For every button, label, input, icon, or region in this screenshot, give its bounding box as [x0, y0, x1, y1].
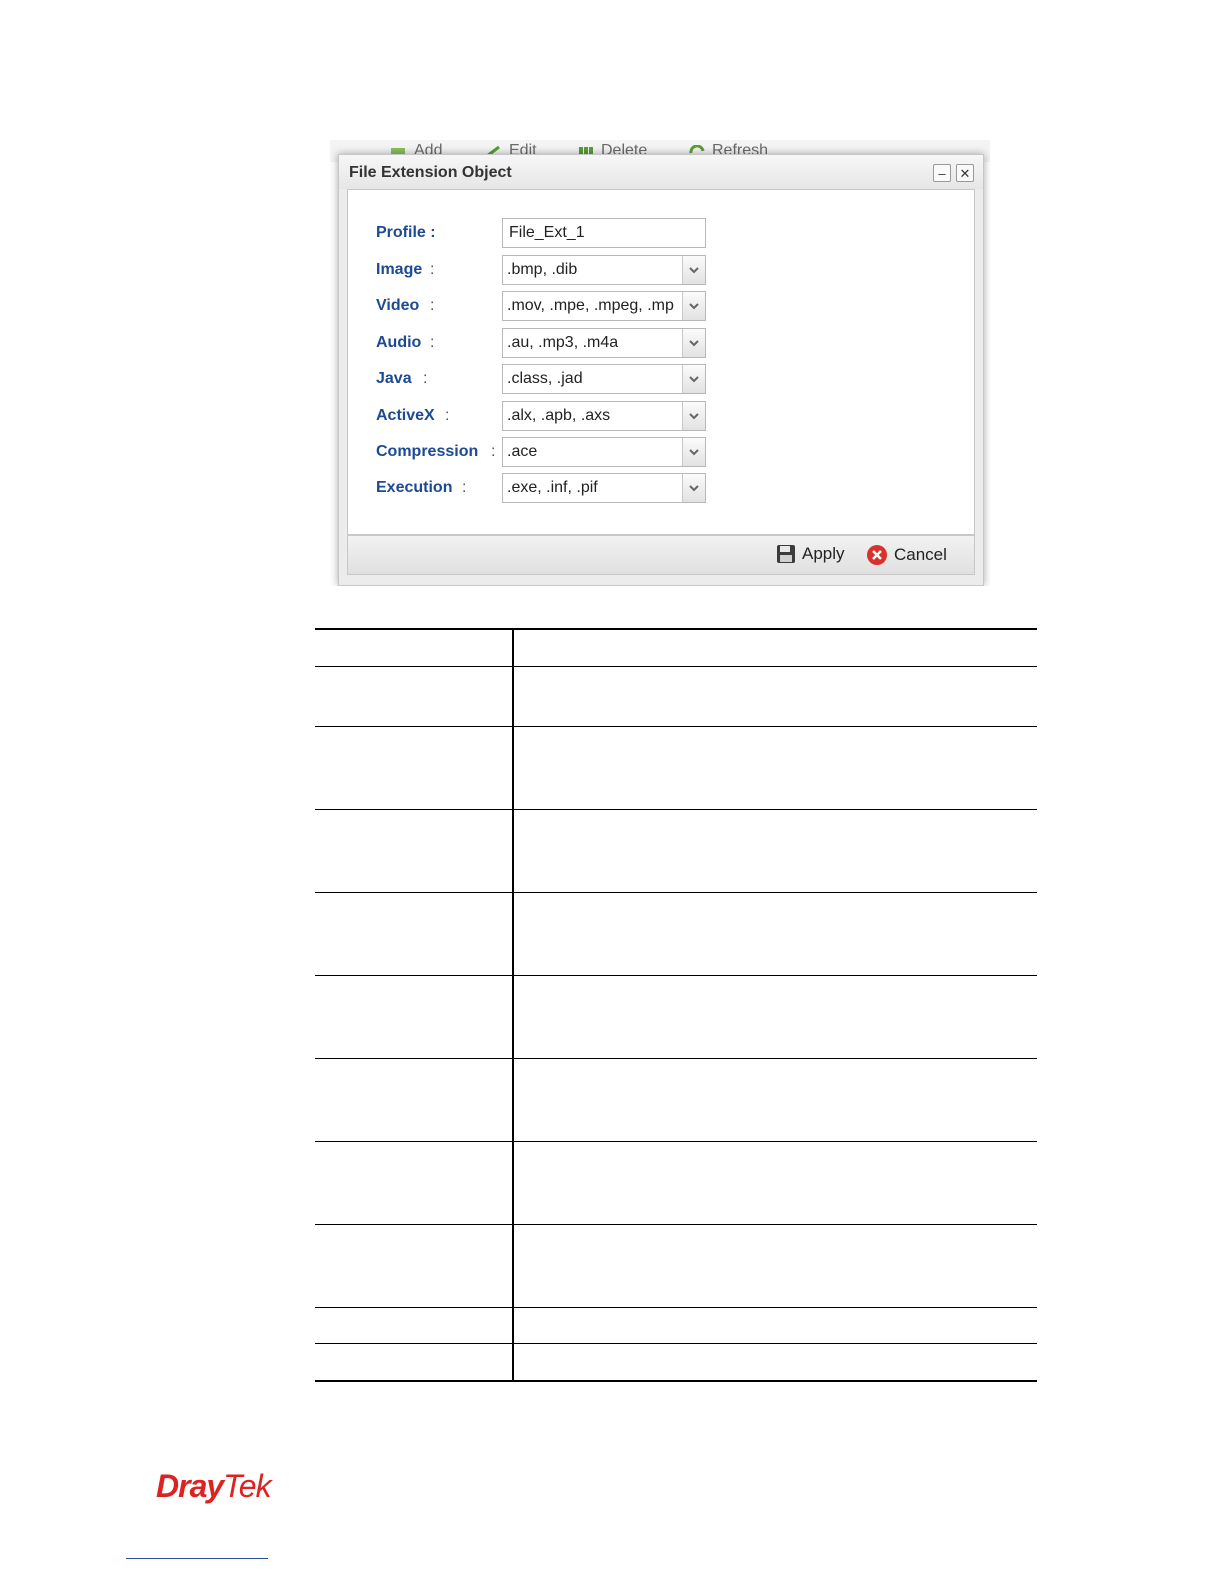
image-colon: :: [430, 261, 435, 278]
table-row: [315, 665, 1037, 726]
chevron-down-icon[interactable]: [682, 474, 705, 502]
cancel-button[interactable]: Cancel: [866, 544, 947, 566]
execution-select[interactable]: .exe, .inf, .pif: [502, 473, 706, 503]
image-label: Image: [376, 261, 423, 278]
execution-colon: :: [462, 479, 467, 496]
compression-colon: :: [491, 443, 496, 460]
java-select[interactable]: .class, .jad: [502, 364, 706, 394]
video-select[interactable]: .mov, .mpe, .mpeg, .mp: [502, 291, 706, 321]
compression-row: Compression : .ace: [376, 437, 936, 467]
table-row: [315, 974, 1037, 1058]
execution-label: Execution: [376, 479, 453, 496]
profile-input[interactable]: [502, 218, 706, 248]
image-select[interactable]: .bmp, .dib: [502, 255, 706, 285]
compression-label: Compression: [376, 443, 479, 460]
form-panel: Profile : Image : .bmp, .dib Video : .mo…: [347, 189, 975, 535]
execution-row: Execution : .exe, .inf, .pif: [376, 473, 936, 503]
image-row: Image : .bmp, .dib: [376, 255, 936, 285]
draytek-logo: DrayTek: [156, 1468, 272, 1505]
chevron-down-icon[interactable]: [682, 292, 705, 320]
profile-label: Profile :: [376, 224, 436, 241]
minimize-button[interactable]: –: [933, 164, 951, 182]
description-table: [315, 628, 1037, 1382]
activex-select[interactable]: .alx, .apb, .axs: [502, 401, 706, 431]
java-select-value: .class, .jad: [507, 370, 583, 387]
video-select-value: .mov, .mpe, .mpeg, .mp: [507, 297, 674, 314]
apply-button[interactable]: Apply: [776, 544, 845, 564]
audio-colon: :: [430, 334, 435, 351]
table-row: [315, 628, 1037, 666]
table-row: [315, 1306, 1037, 1343]
table-row: [315, 1342, 1037, 1382]
java-row: Java : .class, .jad: [376, 364, 936, 394]
table-row: [315, 1140, 1037, 1224]
table-row: [315, 1057, 1037, 1141]
audio-select-value: .au, .mp3, .m4a: [507, 334, 619, 351]
close-button[interactable]: ✕: [956, 164, 974, 182]
activex-row: ActiveX : .alx, .apb, .axs: [376, 401, 936, 431]
chevron-down-icon[interactable]: [682, 329, 705, 357]
activex-select-value: .alx, .apb, .axs: [507, 407, 611, 424]
compression-select-value: .ace: [507, 443, 538, 460]
table-row: [315, 808, 1037, 892]
cancel-icon: [867, 545, 887, 565]
logo-dray: Dray: [156, 1468, 224, 1504]
video-label: Video: [376, 297, 420, 314]
save-icon: [777, 545, 795, 563]
footer-rule: [126, 1558, 268, 1559]
execution-select-value: .exe, .inf, .pif: [507, 479, 598, 496]
dialog-titlebar: File Extension Object – ✕: [339, 155, 983, 189]
java-label: Java: [376, 370, 412, 387]
activex-colon: :: [445, 407, 450, 424]
video-row: Video : .mov, .mpe, .mpeg, .mp: [376, 291, 936, 321]
dialog-title: File Extension Object: [349, 164, 512, 181]
profile-row: Profile :: [376, 218, 936, 248]
table-row: [315, 891, 1037, 975]
file-extension-dialog: File Extension Object – ✕ Profile : Imag…: [338, 154, 984, 586]
chevron-down-icon[interactable]: [682, 256, 705, 284]
dialog-footer: Apply Cancel: [347, 535, 975, 575]
compression-select[interactable]: .ace: [502, 437, 706, 467]
chevron-down-icon[interactable]: [682, 438, 705, 466]
chevron-down-icon[interactable]: [682, 402, 705, 430]
image-select-value: .bmp, .dib: [507, 261, 578, 278]
chevron-down-icon[interactable]: [682, 365, 705, 393]
activex-label: ActiveX: [376, 407, 435, 424]
dialog-screenshot: Add Edit Delete Refresh File Extension O…: [330, 140, 990, 586]
video-colon: :: [430, 297, 435, 314]
audio-row: Audio : .au, .mp3, .m4a: [376, 328, 936, 358]
table-row: [315, 1223, 1037, 1307]
audio-label: Audio: [376, 334, 422, 351]
java-colon: :: [423, 370, 428, 387]
audio-select[interactable]: .au, .mp3, .m4a: [502, 328, 706, 358]
table-row: [315, 725, 1037, 809]
logo-tek: Tek: [223, 1468, 271, 1504]
